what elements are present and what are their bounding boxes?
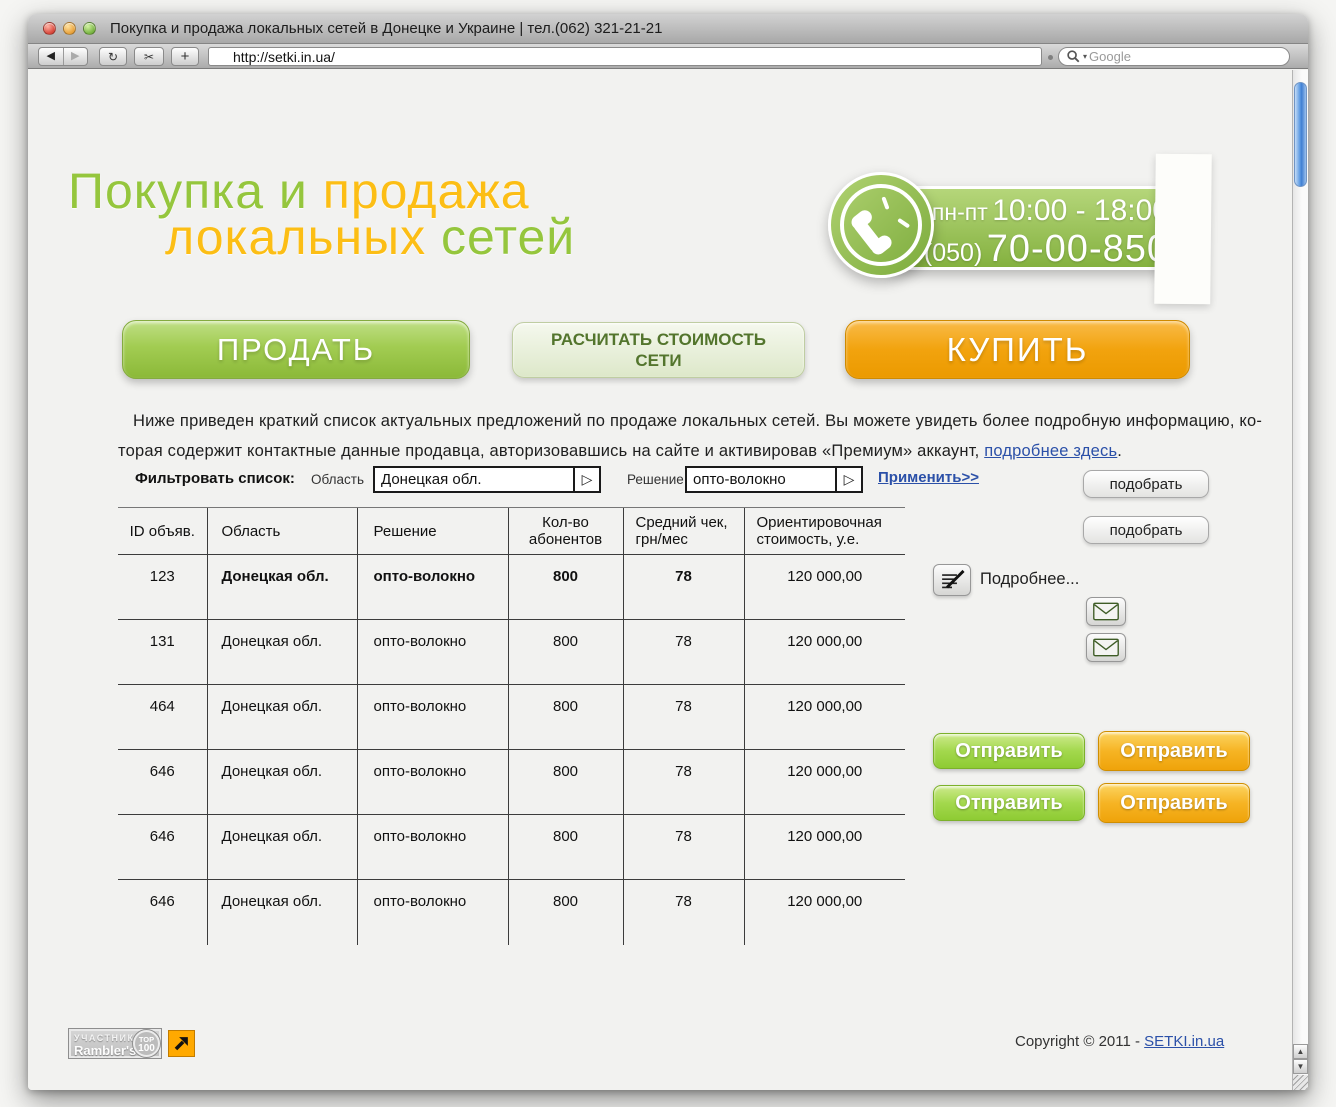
paper-strip-decoration	[1154, 154, 1212, 305]
rambler-top100-badge[interactable]: УЧАСТНИК Rambler's TOP 100	[68, 1028, 162, 1059]
note-edit-icon	[938, 568, 966, 592]
toolbar-divider-dot	[1048, 55, 1053, 60]
solution-select-arrow-icon[interactable]: ▷	[835, 468, 861, 491]
copyright-link[interactable]: SETKI.in.ua	[1144, 1033, 1224, 1050]
calc-line1: РАСЧИТАТЬ СТОИМОСТЬ	[551, 329, 766, 350]
region-select-value: Донецкая обл.	[375, 468, 573, 491]
search-icon	[1066, 49, 1081, 64]
scroll-up-button[interactable]: ▲	[1293, 1044, 1308, 1059]
resize-grip[interactable]	[1293, 1075, 1308, 1090]
header-region: Область	[207, 508, 357, 555]
scrollbar-thumb[interactable]	[1294, 82, 1307, 187]
window-controls	[28, 22, 96, 35]
solution-select[interactable]: опто-волокно ▷	[685, 466, 863, 493]
forward-button[interactable]: ▶	[64, 48, 88, 65]
header-solution: Решение	[357, 508, 508, 555]
header-avg-check: Средний чек, грн/мес	[623, 508, 744, 555]
details-label: Подробнее...	[980, 570, 1079, 589]
arrow-up-right-icon	[172, 1034, 191, 1053]
buy-button[interactable]: КУПИТЬ	[845, 320, 1190, 379]
solution-select-value: опто-волокно	[687, 468, 835, 491]
table-row[interactable]: 646 Донецкая обл. опто-волокно 800 78 12…	[118, 880, 905, 945]
work-hours: пн-пт 10:00 - 18:00	[924, 194, 1169, 228]
add-button[interactable]: +	[171, 47, 199, 66]
intro-line2: торая содержит контактные данные продавц…	[118, 436, 1262, 466]
zoom-button[interactable]	[83, 22, 96, 35]
search-input[interactable]	[1089, 49, 1289, 64]
phone-badge-text: пн-пт 10:00 - 18:00 (050) 70-00-850	[924, 194, 1169, 271]
pick-button-1[interactable]: подобрать	[1083, 470, 1209, 498]
details-here-link[interactable]: подробнее здесь	[984, 442, 1117, 460]
work-days: пн-пт	[932, 199, 988, 225]
phone-number: 70-00-850	[987, 228, 1169, 270]
header-subscribers: Кол-во абонентов	[508, 508, 623, 555]
mail-button-1[interactable]	[1086, 597, 1126, 626]
page-content: Покупка и продажа локальных сетей пн-пт …	[28, 70, 1308, 1090]
table-row[interactable]: 123 Донецкая обл. опто-волокно 800 78 12…	[118, 555, 905, 620]
offers-table: ID объяв. Область Решение Кол-во абонент…	[118, 507, 905, 945]
minimize-button[interactable]	[63, 22, 76, 35]
filter-label: Фильтровать список:	[135, 470, 295, 487]
phone-badge: пн-пт 10:00 - 18:00 (050) 70-00-850	[828, 170, 1198, 285]
rambler-top100-circle: TOP 100	[133, 1030, 160, 1057]
logo-line1: Покупка и продажа	[68, 168, 575, 214]
calculate-cost-button[interactable]: РАСЧИТАТЬ СТОИМОСТЬ СЕТИ	[512, 322, 805, 378]
logo-word-setey: сетей	[441, 209, 575, 265]
intro-line1: Ниже приведен краткий список актуальных …	[118, 406, 1262, 436]
work-time: 10:00 - 18:00	[992, 194, 1169, 227]
apply-filter-link[interactable]: Применить>>	[878, 469, 979, 486]
sell-button[interactable]: ПРОДАТЬ	[122, 320, 470, 379]
region-select[interactable]: Донецкая обл. ▷	[373, 466, 601, 493]
send-button-orange-1[interactable]: Отправить	[1098, 731, 1250, 771]
nav-buttons: ◀ ▶	[38, 47, 88, 66]
logo-line2: локальных сетей	[165, 214, 575, 260]
webclip-button[interactable]: ✂	[134, 47, 164, 66]
search-engine-dropdown-icon[interactable]: ▾	[1083, 52, 1087, 61]
address-bar	[208, 47, 1042, 66]
solution-label: Решение	[627, 472, 684, 487]
titlebar: Покупка и продажа локальных сетей в Доне…	[28, 14, 1308, 44]
details-button[interactable]	[933, 564, 971, 596]
send-button-orange-2[interactable]: Отправить	[1098, 783, 1250, 823]
header-cost: Ориентировочная стоимость, у.е.	[744, 508, 905, 555]
pick-button-2[interactable]: подобрать	[1083, 516, 1209, 544]
table-header-row: ID объяв. Область Решение Кол-во абонент…	[118, 508, 905, 555]
copyright: Copyright © 2011 - SETKI.in.ua	[1015, 1033, 1224, 1050]
mail-button-2[interactable]	[1086, 633, 1126, 662]
back-button[interactable]: ◀	[39, 48, 64, 65]
send-button-green-2[interactable]: Отправить	[933, 785, 1085, 821]
liveinternet-counter-badge[interactable]	[168, 1030, 195, 1057]
header-id: ID объяв.	[118, 508, 207, 555]
browser-window: Покупка и продажа локальных сетей в Доне…	[28, 14, 1308, 1090]
region-select-arrow-icon[interactable]: ▷	[573, 468, 599, 491]
search-bar: ▾	[1058, 47, 1290, 66]
window-title: Покупка и продажа локальных сетей в Доне…	[110, 20, 662, 37]
table-row[interactable]: 464 Донецкая обл. опто-волокно 800 78 12…	[118, 685, 905, 750]
envelope-icon	[1092, 602, 1120, 621]
envelope-icon	[1092, 638, 1120, 657]
close-button[interactable]	[43, 22, 56, 35]
vertical-scrollbar[interactable]: ▲ ▼	[1292, 70, 1308, 1090]
logo-word-lokalnykh: локальных	[165, 209, 426, 265]
region-label: Область	[311, 472, 364, 487]
phone-prefix: (050)	[924, 239, 982, 267]
phone-icon-circle	[828, 172, 934, 278]
send-button-green-1[interactable]: Отправить	[933, 733, 1085, 769]
scroll-down-button[interactable]: ▼	[1293, 1059, 1308, 1074]
site-logo: Покупка и продажа локальных сетей	[68, 168, 575, 260]
calc-line2: СЕТИ	[551, 350, 766, 371]
intro-paragraph: Ниже приведен краткий список актуальных …	[118, 406, 1262, 466]
table-row[interactable]: 131 Донецкая обл. опто-волокно 800 78 12…	[118, 620, 905, 685]
browser-toolbar: ◀ ▶ ↻ ✂ + ▾	[28, 44, 1308, 69]
phone-number-line: (050) 70-00-850	[924, 228, 1169, 271]
url-input[interactable]	[209, 49, 1041, 65]
table-row[interactable]: 646 Донецкая обл. опто-волокно 800 78 12…	[118, 750, 905, 815]
reload-button[interactable]: ↻	[99, 47, 127, 66]
table-row[interactable]: 646 Донецкая обл. опто-волокно 800 78 12…	[118, 815, 905, 880]
